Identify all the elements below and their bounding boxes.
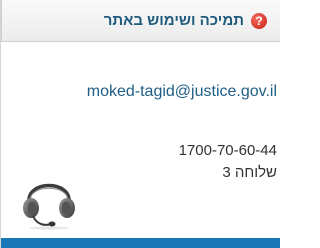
panel-title: תמיכה ושימוש באתר <box>103 12 244 29</box>
help-icon: ? <box>251 12 267 29</box>
support-panel: תמיכה ושימוש באתר ? moked-tagid@justice.… <box>0 0 280 248</box>
support-phone: 1700-70-60-44 <box>178 142 277 159</box>
panel-header: תמיכה ושימוש באתר ? <box>1 0 280 42</box>
bottom-accent-bar <box>1 238 280 248</box>
support-extension: שלוחה 3 <box>222 164 277 181</box>
headset-icon <box>23 183 75 230</box>
support-email-link[interactable]: moked-tagid@justice.gov.il <box>87 83 277 101</box>
